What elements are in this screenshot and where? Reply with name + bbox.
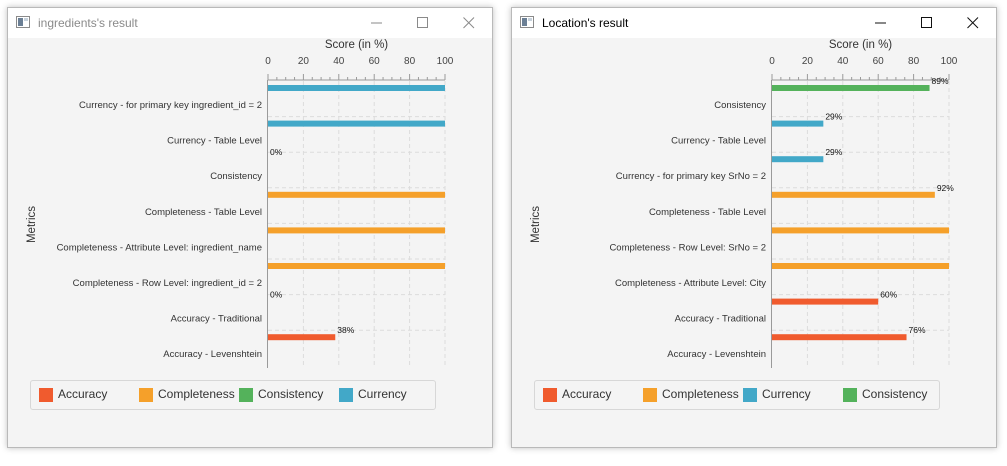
x-tick-label: 80	[404, 56, 416, 67]
bar	[268, 120, 445, 127]
data-label: 0%	[270, 290, 283, 300]
category-label: Currency - Table Level	[671, 136, 766, 147]
category-label: Completeness - Table Level	[145, 207, 262, 218]
data-label: 92%	[937, 183, 954, 193]
x-tick-label: 40	[333, 56, 345, 67]
category-label: Currency - for primary key SrNo = 2	[616, 171, 766, 182]
minimize-icon	[875, 22, 886, 24]
metrics-bar-chart: 0 20 40 60 80 100 Score (in %) Metrics Consisten…	[530, 39, 958, 368]
x-tick-label: 40	[837, 56, 849, 67]
legend-label: Currency	[762, 387, 811, 401]
maximize-icon	[417, 17, 428, 28]
bar	[772, 156, 824, 163]
data-label: 76%	[909, 325, 926, 335]
category-label: Currency - for primary key ingredient_id…	[79, 100, 262, 111]
category-label: Accuracy - Levenshtein	[163, 349, 262, 360]
x-tick-label: 0	[265, 56, 271, 67]
close-button[interactable]	[950, 8, 996, 38]
x-axis-title: Score (in %)	[325, 39, 388, 51]
x-tick-label: 20	[802, 56, 814, 67]
category-label: Completeness - Attribute Level: City	[615, 278, 766, 289]
title-bar[interactable]: ingredients's result	[8, 8, 492, 38]
legend-label: Consistency	[862, 387, 928, 401]
legend-swatch	[643, 388, 657, 402]
x-tick-label: 20	[298, 56, 310, 67]
y-axis-title: Metrics	[530, 206, 542, 243]
minimize-button[interactable]	[354, 8, 400, 38]
data-label: 0%	[270, 147, 283, 157]
category-label: Consistency	[714, 100, 766, 111]
close-icon	[967, 17, 979, 29]
data-label: 60%	[880, 290, 897, 300]
maximize-button[interactable]	[904, 8, 950, 38]
category-label: Consistency	[210, 171, 262, 182]
x-tick-label: 0	[769, 56, 775, 67]
bar	[772, 263, 949, 269]
category-label: Completeness - Attribute Level: ingredie…	[57, 242, 262, 253]
bar	[268, 263, 445, 269]
app-icon	[520, 16, 534, 28]
x-tick-label: 60	[873, 56, 885, 67]
category-label: Completeness - Table Level	[649, 207, 766, 218]
x-tick-label: 60	[369, 56, 381, 67]
legend-swatch	[39, 388, 53, 402]
category-label: Accuracy - Levenshtein	[667, 349, 766, 360]
minimize-button[interactable]	[858, 8, 904, 38]
x-tick-label: 80	[908, 56, 920, 67]
y-axis-title: Metrics	[26, 206, 38, 243]
bar	[268, 85, 445, 91]
bar	[772, 120, 824, 127]
legend-swatch	[743, 388, 757, 402]
legend-swatch	[843, 388, 857, 402]
legend-label: Accuracy	[58, 387, 108, 401]
data-label: 29%	[825, 147, 842, 157]
metrics-bar-chart: 0 20 40 60 80 100 Score (in %) Metrics Currency …	[26, 39, 454, 368]
category-label: Currency - Table Level	[167, 136, 262, 147]
legend-label: Consistency	[258, 387, 324, 401]
chart-legend: Accuracy Completeness Consistency Currency	[30, 380, 436, 410]
category-label: Accuracy - Traditional	[171, 314, 262, 325]
x-tick-label: 100	[941, 56, 958, 67]
bar	[772, 191, 935, 198]
legend-label: Accuracy	[562, 387, 612, 401]
minimize-icon	[371, 22, 382, 24]
chart-legend: Accuracy Completeness Currency Consistency	[534, 380, 940, 410]
legend-swatch	[239, 388, 253, 402]
legend-swatch	[139, 388, 153, 402]
data-label: 89%	[932, 76, 949, 86]
ingredients-result-window: ingredients's result 0 20 40 60 80 100 Score (…	[7, 7, 493, 448]
bar	[772, 85, 930, 91]
legend-label: Completeness	[662, 387, 739, 401]
data-label: 29%	[825, 112, 842, 122]
bar	[772, 334, 907, 341]
close-button[interactable]	[446, 8, 492, 38]
maximize-button[interactable]	[400, 8, 446, 38]
legend-label: Currency	[358, 387, 407, 401]
close-icon	[463, 17, 475, 29]
data-label: 38%	[337, 325, 354, 335]
bar	[772, 298, 879, 305]
window-title: ingredients's result	[38, 16, 138, 30]
window-title: Location's result	[542, 16, 629, 30]
category-label: Completeness - Row Level: ingredient_id …	[73, 278, 262, 289]
bar	[268, 191, 445, 198]
bar	[268, 227, 445, 234]
legend-swatch	[339, 388, 353, 402]
maximize-icon	[921, 17, 932, 28]
legend-swatch	[543, 388, 557, 402]
bar	[772, 227, 949, 234]
category-label: Accuracy - Traditional	[675, 314, 766, 325]
location-result-window: Location's result 0 20 40 60 80 100 Score (in …	[511, 7, 997, 448]
title-bar[interactable]: Location's result	[512, 8, 996, 38]
x-axis-title: Score (in %)	[829, 39, 892, 51]
app-icon	[16, 16, 30, 28]
category-label: Completeness - Row Level: SrNo = 2	[609, 242, 766, 253]
legend-label: Completeness	[158, 387, 235, 401]
x-tick-label: 100	[437, 56, 454, 67]
bar	[268, 334, 336, 341]
